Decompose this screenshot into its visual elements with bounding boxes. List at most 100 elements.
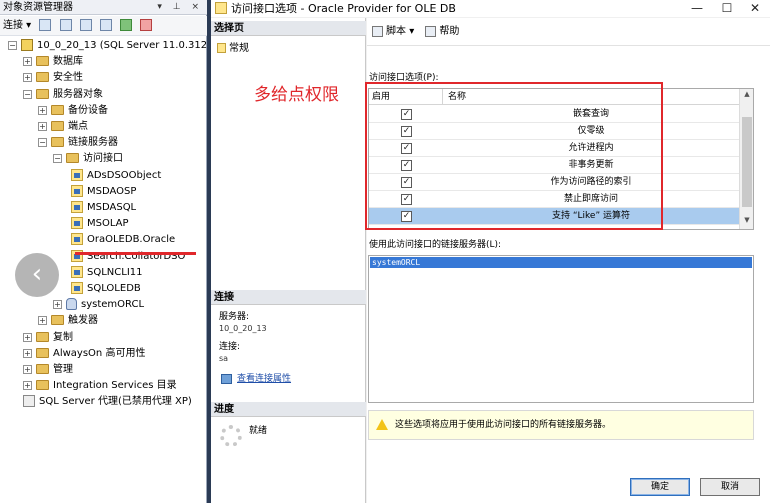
expand-icon[interactable]: +	[23, 348, 32, 358]
view-connection-properties-label: 查看连接属性	[237, 374, 292, 384]
connection-value: sa	[219, 354, 229, 363]
tree-node-label: 数据库	[53, 56, 83, 67]
object-explorer-title: 对象资源管理器	[3, 2, 73, 13]
tree-node[interactable]: + 安全性	[23, 70, 83, 86]
expand-icon[interactable]: +	[38, 105, 47, 115]
linked-server-icon	[66, 298, 77, 310]
expand-icon[interactable]: +	[38, 121, 47, 131]
server-label: 服务器:	[219, 312, 250, 322]
server-value: 10_0_20_13	[219, 324, 267, 333]
page-icon	[217, 43, 226, 53]
progress-header: 进度	[211, 402, 366, 417]
expand-icon[interactable]: +	[23, 332, 32, 342]
stop-icon[interactable]	[79, 19, 92, 31]
close-icon[interactable]: ✕	[742, 0, 768, 17]
tree-node[interactable]: SQLNCLI11	[71, 265, 143, 281]
expand-icon[interactable]: +	[38, 315, 47, 325]
tree-node[interactable]: OraOLEDB.Oracle	[71, 232, 175, 248]
provider-icon	[215, 2, 227, 14]
expand-icon[interactable]: +	[23, 72, 32, 82]
tree-node-label: MSOLAP	[87, 218, 129, 229]
tree-node-label: Integration Services 目录	[53, 380, 177, 391]
tree-node[interactable]: MSDAOSP	[71, 184, 136, 200]
annotation-underline	[75, 252, 196, 255]
tree-node[interactable]: + systemORCL	[53, 297, 144, 313]
connect-button[interactable]: 连接 ▾	[3, 20, 31, 31]
tree-node[interactable]: + 数据库	[23, 54, 83, 70]
annotation-highlight-box	[365, 82, 663, 230]
connection-properties-icon	[221, 373, 232, 384]
dialog-title: 访问接口选项 - Oracle Provider for OLE DB	[231, 2, 456, 15]
script-icon	[372, 25, 383, 37]
expand-icon[interactable]: +	[23, 380, 32, 390]
folder-icon	[36, 364, 49, 374]
tree-node-label: MSDAOSP	[87, 186, 137, 197]
tree-node[interactable]: ADsDSOObject	[71, 168, 161, 184]
tree-node[interactable]: + Integration Services 目录	[23, 378, 177, 394]
tree-node[interactable]: SQL Server 代理(已禁用代理 XP)	[23, 394, 192, 410]
tree-node[interactable]: − 访问接口	[53, 151, 123, 167]
tree-node[interactable]: − 服务器对象	[23, 87, 103, 103]
expand-icon[interactable]: +	[53, 299, 62, 309]
tree-node-label: 服务器对象	[53, 89, 103, 100]
tree-node[interactable]: MSOLAP	[71, 216, 129, 232]
back-arrow-icon[interactable]: ‹	[15, 253, 59, 297]
tree-node[interactable]: + 备份设备	[38, 103, 108, 119]
expand-icon[interactable]: +	[23, 56, 32, 66]
tree-node-label: 备份设备	[68, 105, 108, 116]
grid-scrollbar[interactable]: ▲ ▼	[739, 89, 753, 229]
scroll-down-icon[interactable]: ▼	[740, 216, 754, 228]
tree-node-label: SQL Server 代理(已禁用代理 XP)	[39, 396, 192, 407]
expand-icon[interactable]: +	[23, 364, 32, 374]
script-button[interactable]: 脚本 ▾	[372, 25, 414, 37]
linked-servers-list[interactable]: systemORCL	[368, 255, 754, 403]
collapse-icon[interactable]: −	[53, 153, 62, 163]
tree-node-label: SQLNCLI11	[87, 267, 143, 278]
tree-node[interactable]: SQLOLEDB	[71, 281, 141, 297]
maximize-icon[interactable]: ☐	[714, 0, 740, 17]
folder-icon	[51, 121, 64, 131]
tree-node-label: 链接服务器	[68, 137, 118, 148]
help-button[interactable]: 帮助	[425, 25, 459, 37]
activity-monitor-icon[interactable]	[140, 19, 153, 31]
tree-node-label: 管理	[53, 364, 73, 375]
cancel-button[interactable]: 取消	[700, 478, 760, 496]
collapse-icon[interactable]: −	[8, 40, 17, 50]
collapse-icon[interactable]: −	[23, 89, 32, 99]
tree-node[interactable]: + 复制	[23, 330, 73, 346]
ok-button[interactable]: 确定	[630, 478, 690, 496]
scroll-up-icon[interactable]: ▲	[740, 90, 754, 102]
page-general[interactable]: 常规	[217, 39, 249, 54]
tree-node[interactable]: MSDASQL	[71, 200, 136, 216]
folder-icon	[36, 56, 49, 66]
view-connection-properties-link[interactable]: 查看连接属性	[221, 371, 291, 384]
tree-node-label: SQLOLEDB	[87, 283, 141, 294]
minimize-icon[interactable]: —	[684, 0, 710, 17]
dialog-title-bar: 访问接口选项 - Oracle Provider for OLE DB — ☐ …	[211, 0, 770, 17]
tree-node[interactable]: + 触发器	[38, 313, 98, 329]
connection-label: 连接:	[219, 342, 241, 352]
list-item[interactable]: systemORCL	[370, 257, 752, 268]
progress-status: 就绪	[249, 426, 268, 436]
tree-node[interactable]: + 端点	[38, 119, 88, 135]
tree-node-label: 安全性	[53, 72, 83, 83]
connect-icon[interactable]	[39, 19, 52, 31]
connection-header: 连接	[211, 290, 366, 305]
tree-node[interactable]: + 管理	[23, 362, 73, 378]
tree-node[interactable]: − 链接服务器	[38, 135, 118, 151]
tree-node-label: MSDASQL	[87, 202, 137, 213]
tree-node-label: 端点	[68, 121, 88, 132]
filter-icon[interactable]	[99, 19, 112, 31]
object-explorer-toolbar: 连接 ▾	[0, 16, 207, 36]
refresh-icon[interactable]	[120, 19, 133, 31]
folder-icon	[51, 105, 64, 115]
warning-text: 这些选项将应用于使用此访问接口的所有链接服务器。	[395, 420, 612, 430]
tree-node[interactable]: + AlwaysOn 高可用性	[23, 346, 145, 362]
provider-icon	[71, 266, 83, 278]
tree-node[interactable]: − 10_0_20_13 (SQL Server 11.0.3128 -	[8, 38, 220, 54]
collapse-icon[interactable]: −	[38, 137, 47, 147]
disconnect-icon[interactable]	[59, 19, 72, 31]
panel-pin-controls[interactable]: ▾ ⊥ ×	[157, 0, 203, 15]
provider-icon	[71, 217, 83, 229]
scrollbar-thumb[interactable]	[742, 117, 752, 207]
